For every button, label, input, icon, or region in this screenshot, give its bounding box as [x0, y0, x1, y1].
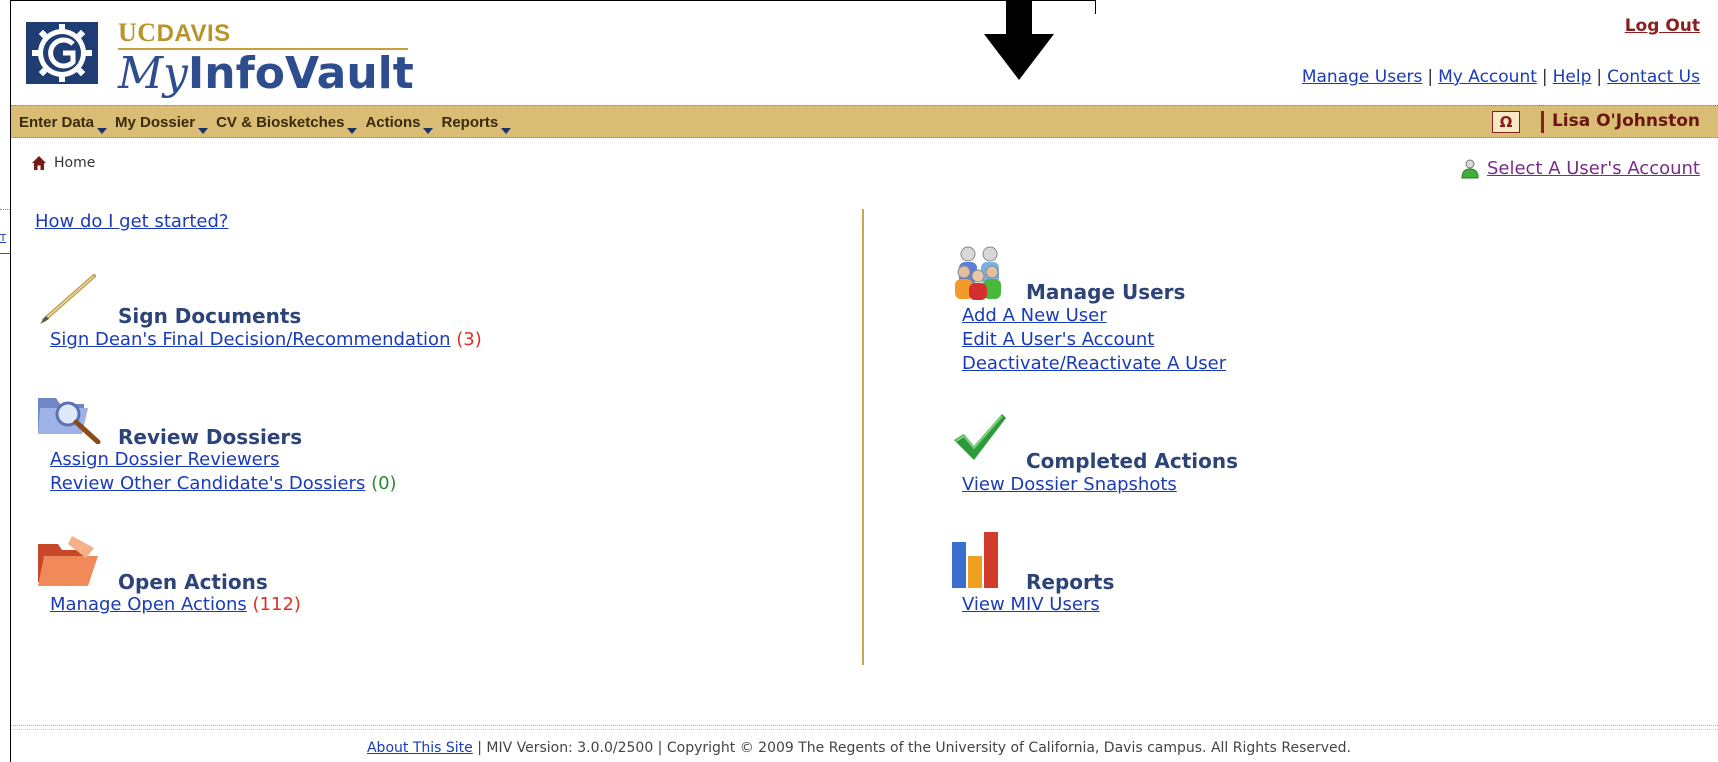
brand-my: My	[118, 48, 188, 99]
my-account-link[interactable]: My Account	[1438, 67, 1537, 87]
menu-label: Enter Data	[19, 114, 95, 131]
menu-label: My Dossier	[115, 114, 196, 131]
select-user-link[interactable]: Select A User's Account	[1487, 158, 1700, 179]
caret-down-icon	[501, 128, 512, 134]
reports-section: Reports View MIV Users	[950, 530, 1650, 620]
top-border-tick	[1095, 0, 1096, 14]
brand-infovault: InfoVault	[187, 48, 414, 99]
brand-uc: UC	[118, 18, 157, 47]
manage-users-section: Manage Users Add A New User Edit A User'…	[950, 242, 1650, 382]
users-group-icon	[955, 246, 1001, 300]
completed-actions-title: Completed Actions	[1026, 449, 1239, 473]
sign-documents-title: Sign Documents	[118, 304, 302, 328]
review-dossiers-links: Assign Dossier Reviewers Review Other Ca…	[50, 448, 397, 496]
home-icon	[32, 156, 46, 170]
separator: |	[1541, 67, 1548, 87]
manage-users-title: Manage Users	[1026, 280, 1186, 304]
breadcrumb-home[interactable]: Home	[54, 155, 95, 171]
completed-actions-section: Completed Actions View Dossier Snapshots	[950, 412, 1650, 502]
edge-divider	[0, 209, 10, 210]
username: Lisa O'Johnston	[1551, 111, 1700, 131]
brand-uc-davis: UCDAVIS	[118, 20, 414, 47]
bar-chart-icon	[952, 532, 998, 588]
caret-down-icon	[97, 128, 108, 134]
pen-icon	[40, 274, 96, 324]
logout-link[interactable]: Log Out	[1625, 16, 1700, 36]
sign-deans-decision-link[interactable]: Sign Dean's Final Decision/Recommendatio…	[50, 329, 450, 350]
separator: |	[1427, 67, 1434, 87]
column-divider	[862, 209, 864, 665]
open-folder-icon	[38, 536, 98, 586]
reports-links: View MIV Users	[962, 593, 1100, 617]
footer-rule	[11, 725, 1718, 726]
contact-us-link[interactable]: Contact Us	[1607, 67, 1700, 87]
menu-my-dossier[interactable]: My Dossier	[115, 114, 209, 134]
help-link[interactable]: Help	[1553, 67, 1592, 87]
menu-cv-biosketches[interactable]: CV & Biosketches	[216, 114, 358, 134]
caret-down-icon	[347, 128, 358, 134]
completed-actions-links: View Dossier Snapshots	[962, 473, 1177, 497]
down-arrow-icon	[984, 0, 1054, 80]
sign-documents-section: Sign Documents Sign Dean's Final Decisio…	[38, 270, 738, 360]
about-site-link[interactable]: About This Site	[367, 740, 473, 756]
sign-count: (3)	[456, 329, 482, 350]
menu-actions[interactable]: Actions	[365, 114, 434, 134]
manage-users-links: Add A New User Edit A User's Account Dea…	[962, 304, 1226, 376]
caret-down-icon	[198, 128, 209, 134]
menu-label: Reports	[441, 114, 499, 131]
view-dossier-snapshots-link[interactable]: View Dossier Snapshots	[962, 474, 1177, 495]
special-characters-button[interactable]: Ω	[1492, 111, 1520, 133]
manage-users-link[interactable]: Manage Users	[1302, 67, 1423, 87]
menubar-separator	[1541, 111, 1544, 133]
menubar: Enter Data My Dossier CV & Biosketches A…	[11, 105, 1718, 138]
review-dossiers-title: Review Dossiers	[118, 425, 303, 449]
manage-open-actions-link[interactable]: Manage Open Actions	[50, 594, 247, 615]
open-actions-count: (112)	[252, 594, 301, 615]
edge-link[interactable]: T	[0, 233, 6, 244]
menu-label: CV & Biosketches	[216, 114, 345, 131]
review-other-dossiers-link[interactable]: Review Other Candidate's Dossiers	[50, 473, 365, 494]
reports-title: Reports	[1026, 570, 1115, 594]
brand: UCDAVIS MyInfoVault	[118, 20, 414, 98]
footer: About This Site | MIV Version: 3.0.0/250…	[0, 740, 1718, 756]
breadcrumb: Home	[32, 155, 95, 171]
menu-enter-data[interactable]: Enter Data	[19, 114, 108, 134]
review-count: (0)	[371, 473, 397, 494]
assign-reviewers-link[interactable]: Assign Dossier Reviewers	[50, 449, 280, 470]
open-actions-section: Open Actions Manage Open Actions (112)	[38, 534, 738, 624]
folder-magnifier-icon	[38, 398, 101, 444]
top-links: Manage Users | My Account | Help | Contact Us	[1302, 67, 1700, 87]
miv-logo-icon	[26, 22, 98, 84]
open-actions-title: Open Actions	[118, 570, 268, 594]
open-actions-links: Manage Open Actions (112)	[50, 593, 301, 617]
brand-myinfovault: MyInfoVault	[118, 50, 414, 98]
get-started-link[interactable]: How do I get started?	[35, 211, 228, 232]
menu-label: Actions	[365, 114, 421, 131]
menu-reports[interactable]: Reports	[441, 114, 512, 134]
sign-documents-links: Sign Dean's Final Decision/Recommendatio…	[50, 328, 482, 352]
brand-davis: DAVIS	[156, 20, 231, 47]
view-miv-users-link[interactable]: View MIV Users	[962, 594, 1100, 615]
edge-line	[0, 253, 10, 254]
select-user-account[interactable]: Select A User's Account	[1461, 158, 1700, 179]
footer-rule	[11, 729, 1718, 730]
deactivate-reactivate-user-link[interactable]: Deactivate/Reactivate A User	[962, 353, 1226, 374]
checkmark-icon	[954, 414, 1006, 460]
footer-text: | MIV Version: 3.0.0/2500 | Copyright © …	[472, 740, 1351, 756]
separator: |	[1596, 67, 1603, 87]
main-menu: Enter Data My Dossier CV & Biosketches A…	[19, 114, 512, 134]
caret-down-icon	[423, 128, 434, 134]
review-dossiers-section: Review Dossiers Assign Dossier Reviewers…	[38, 392, 738, 502]
user-icon	[1461, 159, 1479, 178]
top-border	[10, 0, 1095, 1]
edit-user-account-link[interactable]: Edit A User's Account	[962, 329, 1154, 350]
add-new-user-link[interactable]: Add A New User	[962, 305, 1107, 326]
